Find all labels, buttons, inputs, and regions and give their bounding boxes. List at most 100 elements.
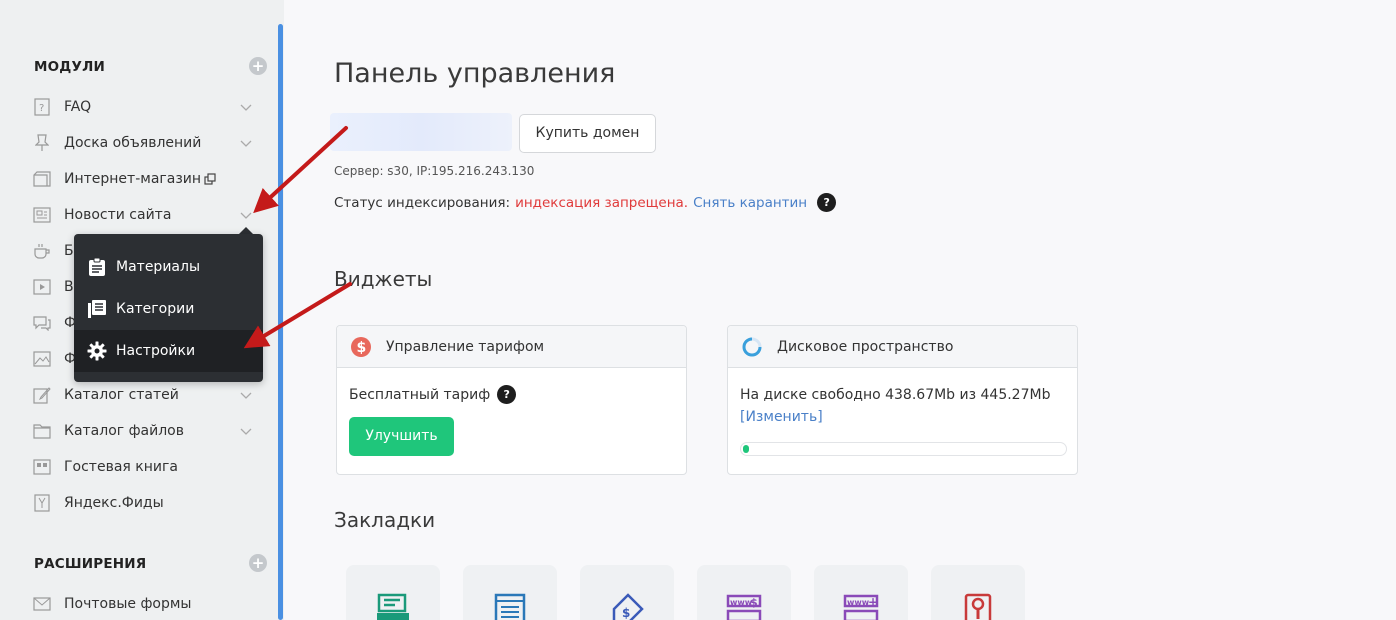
- clipboard-icon: [86, 256, 108, 278]
- menu-item-materials[interactable]: Материалы: [74, 246, 263, 288]
- tariff-widget-title: Управление тарифом: [386, 338, 545, 355]
- help-icon[interactable]: ?: [497, 385, 517, 404]
- sidebar-item-label: Яндекс.Фиды: [64, 495, 164, 511]
- disk-progress-bar: [740, 442, 1067, 456]
- svg-text:?: ?: [39, 103, 44, 114]
- extensions-title: РАСШИРЕНИЯ: [34, 556, 147, 572]
- menu-item-settings[interactable]: Настройки: [74, 330, 263, 372]
- tariff-plan-line: Бесплатный тариф ?: [349, 385, 517, 404]
- page-title: Панель управления: [334, 58, 616, 89]
- tariff-widget: $ Управление тарифом Бесплатный тариф ? …: [336, 325, 687, 475]
- sidebar-item-faq[interactable]: ? FAQ: [33, 95, 259, 119]
- question-box-icon: ?: [33, 98, 51, 116]
- sidebar-item-files[interactable]: Каталог файлов: [33, 419, 259, 443]
- chevron-down-icon[interactable]: [239, 208, 253, 222]
- sidebar-item-news[interactable]: Новости сайта: [33, 203, 259, 227]
- sidebar-item-label: Новости сайта: [64, 207, 172, 223]
- photo-icon: [33, 350, 51, 368]
- widgets-heading: Виджеты: [334, 267, 433, 291]
- video-icon: [33, 278, 51, 296]
- sidebar-item-label: Интернет-магазин: [64, 171, 202, 187]
- main-content: Панель управления Купить домен Сервер: s…: [284, 0, 1396, 620]
- bookmark-pages[interactable]: [463, 565, 557, 620]
- buy-domain-button[interactable]: Купить домен: [519, 114, 656, 153]
- www-payment-icon: www$: [726, 594, 762, 620]
- sidebar-item-yandex-feeds[interactable]: Яндекс.Фиды: [33, 491, 259, 515]
- sidebar-item-label: Каталог файлов: [64, 423, 184, 439]
- forum-icon: [33, 314, 51, 332]
- upgrade-button[interactable]: Улучшить: [349, 417, 454, 456]
- sidebar-item-articles[interactable]: Каталог статей: [33, 383, 259, 407]
- menu-item-categories[interactable]: Категории: [74, 288, 263, 330]
- change-disk-link[interactable]: [Изменить]: [740, 409, 823, 425]
- cup-icon: [33, 242, 51, 260]
- index-status-value: индексация запрещена.: [515, 194, 689, 211]
- server-info: Сервер: s30, IP:195.216.243.130: [334, 164, 535, 178]
- disk-widget: Дисковое пространство На диске свободно …: [727, 325, 1078, 475]
- chevron-down-icon[interactable]: [239, 424, 253, 438]
- price-tag-icon: $: [612, 593, 644, 620]
- extensions-section-header: РАСШИРЕНИЯ +: [34, 553, 270, 573]
- bookmark-tools[interactable]: [931, 565, 1025, 620]
- add-extension-button[interactable]: +: [249, 554, 267, 572]
- sidebar-item-shop[interactable]: Интернет-магазин: [33, 167, 259, 191]
- tariff-plan: Бесплатный тариф: [349, 386, 491, 403]
- modules-section-header: МОДУЛИ +: [34, 56, 270, 76]
- bookmark-prices[interactable]: $: [580, 565, 674, 620]
- bookmark-domain-add[interactable]: www +: [814, 565, 908, 620]
- lift-quarantine-link[interactable]: Снять карантин: [693, 195, 807, 211]
- messages-icon: [377, 593, 409, 620]
- bookmark-domain-pay[interactable]: www $: [697, 565, 791, 620]
- disk-free-text: На диске свободно 438.67Mb из 445.27Mb: [740, 387, 1051, 403]
- wrench-box-icon: [964, 593, 992, 620]
- add-module-button[interactable]: +: [249, 57, 267, 75]
- guestbook-icon: [33, 458, 51, 476]
- edit-icon: [33, 386, 51, 404]
- categories-icon: [86, 298, 108, 320]
- sidebar-item-board[interactable]: Доска объявлений: [33, 131, 259, 155]
- sidebar-scrollbar[interactable]: [278, 24, 283, 620]
- news-icon: [33, 206, 51, 224]
- tariff-widget-header: $ Управление тарифом: [337, 326, 686, 368]
- mail-icon: [33, 595, 51, 613]
- svg-text:$: $: [750, 596, 758, 609]
- bookmark-messages[interactable]: [346, 565, 440, 620]
- feed-icon: [33, 494, 51, 512]
- index-status-label: Статус индексирования:: [334, 194, 511, 211]
- folder-icon: [33, 422, 51, 440]
- disk-widget-header: Дисковое пространство: [728, 326, 1077, 368]
- svg-text:+: +: [868, 595, 878, 609]
- external-link-icon[interactable]: [204, 173, 216, 185]
- pin-icon: [33, 134, 51, 152]
- sidebar-item-label: Почтовые формы: [64, 596, 192, 612]
- sidebar-item-label: Доска объявлений: [64, 135, 202, 151]
- page-list-icon: [494, 593, 526, 620]
- gear-icon: [86, 340, 108, 362]
- help-icon[interactable]: ?: [817, 193, 837, 212]
- menu-item-label: Материалы: [116, 259, 200, 275]
- disk-usage-icon: [741, 336, 763, 358]
- dollar-icon: $: [350, 336, 372, 358]
- disk-widget-title: Дисковое пространство: [777, 338, 954, 355]
- disk-progress-fill: [743, 445, 749, 453]
- chevron-down-icon[interactable]: [239, 388, 253, 402]
- sidebar-item-label: Каталог статей: [64, 387, 179, 403]
- svg-text:$: $: [622, 606, 630, 620]
- sidebar-item-guestbook[interactable]: Гостевая книга: [33, 455, 259, 479]
- shop-box-icon: [33, 170, 51, 188]
- sidebar-item-label: FAQ: [64, 99, 92, 115]
- site-domain-blurred: [330, 113, 512, 151]
- index-status-line: Статус индексирования: индексация запрещ…: [334, 193, 837, 212]
- sidebar-item-label: Гостевая книга: [64, 459, 178, 475]
- sidebar-item-label: Б: [64, 243, 74, 259]
- sidebar-item-mail-forms[interactable]: Почтовые формы: [33, 592, 259, 616]
- svg-text:www: www: [847, 598, 870, 607]
- chevron-down-icon[interactable]: [239, 100, 253, 114]
- sidebar-item-label: В: [64, 279, 74, 295]
- www-add-icon: www+: [843, 594, 879, 620]
- bookmarks-heading: Закладки: [334, 508, 436, 532]
- menu-item-label: Категории: [116, 301, 195, 317]
- modules-title: МОДУЛИ: [34, 59, 106, 75]
- chevron-down-icon[interactable]: [239, 136, 253, 150]
- menu-item-label: Настройки: [116, 343, 196, 359]
